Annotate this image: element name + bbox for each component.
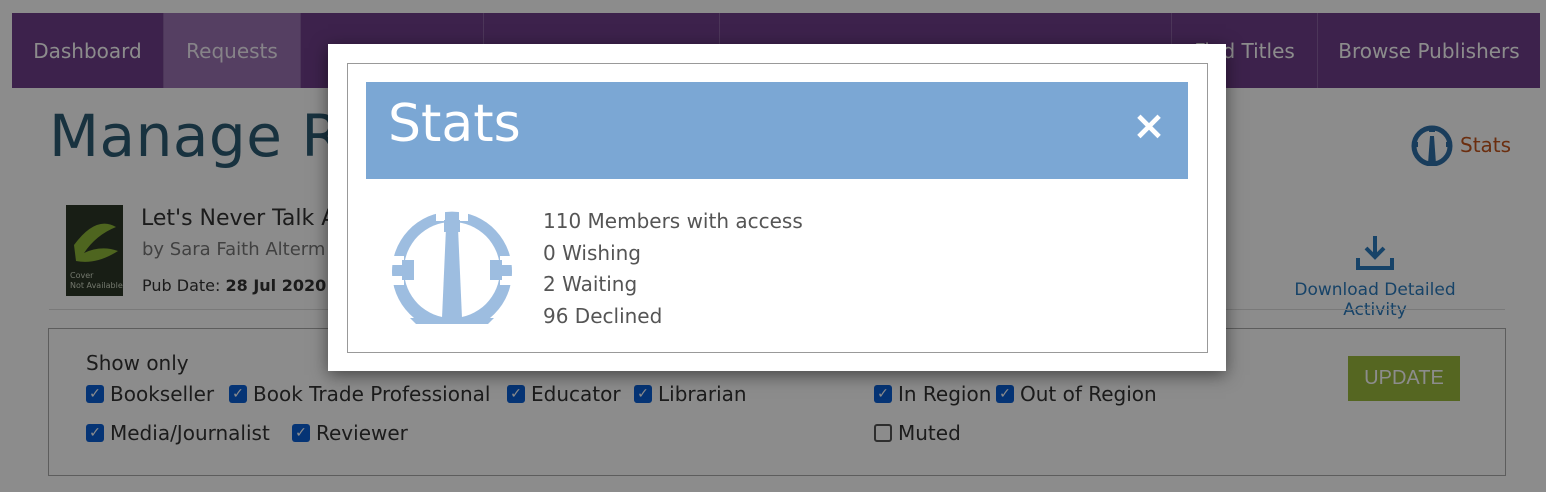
stats-gauge-icon (388, 209, 516, 326)
stat-waiting: 2 Waiting (543, 272, 638, 296)
modal-frame: Stats × 110 Members with access 0 Wishin… (347, 63, 1208, 353)
close-icon[interactable]: × (1132, 106, 1166, 146)
stat-declined: 96 Declined (543, 303, 663, 328)
stats-modal: Stats × 110 Members with access 0 Wishin… (328, 44, 1226, 371)
stat-members-with-access: 110 Members with access (543, 209, 803, 233)
stats-list: 110 Members with access 0 Wishing 2 Wait… (543, 206, 803, 332)
stat-wishing: 0 Wishing (543, 240, 641, 265)
modal-header: Stats × (366, 82, 1188, 179)
modal-title: Stats (388, 94, 521, 154)
